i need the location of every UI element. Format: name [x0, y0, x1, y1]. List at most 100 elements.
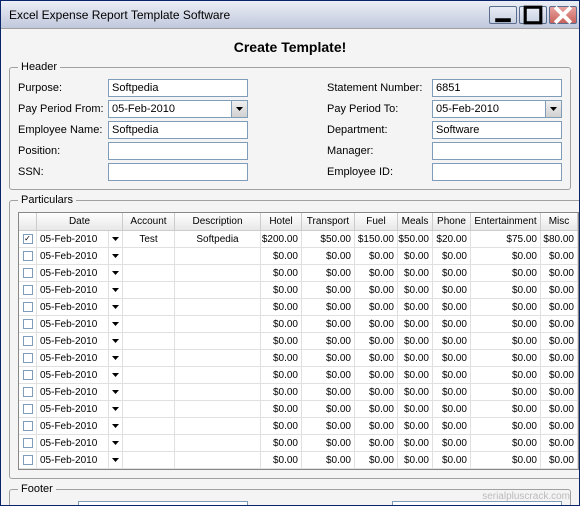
col-meals[interactable]: Meals — [398, 213, 433, 230]
col-entertainment[interactable]: Entertainment — [471, 213, 541, 230]
chevron-down-icon[interactable] — [109, 418, 123, 434]
col-misc[interactable]: Misc — [541, 213, 578, 230]
row-checkbox[interactable] — [19, 299, 37, 315]
row-fuel[interactable]: $0.00 — [355, 265, 398, 281]
table-row[interactable]: 05-Feb-2010$0.00$0.00$0.00$0.00$0.00$0.0… — [19, 316, 578, 333]
row-phone[interactable]: $0.00 — [433, 333, 471, 349]
table-row[interactable]: ✓05-Feb-2010TestSoftpedia$200.00$50.00$1… — [19, 231, 578, 248]
row-account[interactable] — [123, 367, 175, 383]
row-phone[interactable]: $20.00 — [433, 231, 471, 247]
row-checkbox[interactable] — [19, 452, 37, 468]
dept-input[interactable] — [432, 121, 562, 139]
row-checkbox[interactable] — [19, 350, 37, 366]
row-account[interactable] — [123, 435, 175, 451]
chevron-down-icon[interactable] — [109, 367, 123, 383]
table-row[interactable]: 05-Feb-2010$0.00$0.00$0.00$0.00$0.00$0.0… — [19, 384, 578, 401]
row-date[interactable]: 05-Feb-2010 — [37, 384, 109, 400]
row-fuel[interactable]: $0.00 — [355, 350, 398, 366]
row-fuel[interactable]: $0.00 — [355, 384, 398, 400]
row-description[interactable] — [175, 248, 261, 264]
row-entertainment[interactable]: $75.00 — [471, 231, 541, 247]
row-hotel[interactable]: $0.00 — [261, 265, 302, 281]
row-misc[interactable]: $0.00 — [541, 350, 578, 366]
row-meals[interactable]: $0.00 — [398, 248, 433, 264]
col-description[interactable]: Description — [175, 213, 261, 230]
row-phone[interactable]: $0.00 — [433, 265, 471, 281]
chevron-down-icon[interactable] — [109, 265, 123, 281]
position-input[interactable] — [108, 142, 248, 160]
row-misc[interactable]: $0.00 — [541, 333, 578, 349]
row-fuel[interactable]: $0.00 — [355, 299, 398, 315]
row-phone[interactable]: $0.00 — [433, 401, 471, 417]
row-phone[interactable]: $0.00 — [433, 350, 471, 366]
col-phone[interactable]: Phone — [433, 213, 471, 230]
row-description[interactable] — [175, 316, 261, 332]
row-transport[interactable]: $0.00 — [302, 418, 355, 434]
row-fuel[interactable]: $0.00 — [355, 248, 398, 264]
row-phone[interactable]: $0.00 — [433, 367, 471, 383]
row-fuel[interactable]: $150.00 — [355, 231, 398, 247]
chevron-down-icon[interactable] — [109, 299, 123, 315]
row-misc[interactable]: $0.00 — [541, 265, 578, 281]
row-transport[interactable]: $0.00 — [302, 350, 355, 366]
row-misc[interactable]: $0.00 — [541, 248, 578, 264]
row-description[interactable] — [175, 384, 261, 400]
row-account[interactable] — [123, 333, 175, 349]
row-phone[interactable]: $0.00 — [433, 316, 471, 332]
table-row[interactable]: 05-Feb-2010$0.00$0.00$0.00$0.00$0.00$0.0… — [19, 367, 578, 384]
table-row[interactable]: 05-Feb-2010$0.00$0.00$0.00$0.00$0.00$0.0… — [19, 401, 578, 418]
row-account[interactable] — [123, 282, 175, 298]
row-hotel[interactable]: $0.00 — [261, 248, 302, 264]
row-description[interactable] — [175, 299, 261, 315]
table-row[interactable]: 05-Feb-2010$0.00$0.00$0.00$0.00$0.00$0.0… — [19, 350, 578, 367]
row-misc[interactable]: $80.00 — [541, 231, 578, 247]
row-date[interactable]: 05-Feb-2010 — [37, 350, 109, 366]
empname-input[interactable] — [108, 121, 248, 139]
row-date[interactable]: 05-Feb-2010 — [37, 452, 109, 468]
ssn-input[interactable] — [108, 163, 248, 181]
table-row[interactable]: 05-Feb-2010$0.00$0.00$0.00$0.00$0.00$0.0… — [19, 282, 578, 299]
col-fuel[interactable]: Fuel — [355, 213, 398, 230]
row-description[interactable] — [175, 350, 261, 366]
row-entertainment[interactable]: $0.00 — [471, 452, 541, 468]
row-hotel[interactable]: $0.00 — [261, 282, 302, 298]
row-entertainment[interactable]: $0.00 — [471, 418, 541, 434]
row-fuel[interactable]: $0.00 — [355, 316, 398, 332]
chevron-down-icon[interactable] — [109, 231, 123, 247]
row-description[interactable] — [175, 452, 261, 468]
row-checkbox[interactable] — [19, 333, 37, 349]
row-checkbox[interactable] — [19, 367, 37, 383]
row-account[interactable] — [123, 401, 175, 417]
col-account[interactable]: Account — [123, 213, 175, 230]
row-checkbox[interactable] — [19, 265, 37, 281]
row-date[interactable]: 05-Feb-2010 — [37, 282, 109, 298]
row-account[interactable] — [123, 452, 175, 468]
chevron-down-icon[interactable] — [231, 100, 248, 118]
row-phone[interactable]: $0.00 — [433, 282, 471, 298]
row-date[interactable]: 05-Feb-2010 — [37, 367, 109, 383]
row-hotel[interactable]: $0.00 — [261, 418, 302, 434]
row-checkbox[interactable] — [19, 435, 37, 451]
row-account[interactable] — [123, 316, 175, 332]
row-hotel[interactable]: $0.00 — [261, 367, 302, 383]
row-misc[interactable]: $0.00 — [541, 282, 578, 298]
row-checkbox[interactable] — [19, 401, 37, 417]
empid-input[interactable] — [432, 163, 562, 181]
chevron-down-icon[interactable] — [109, 350, 123, 366]
row-hotel[interactable]: $0.00 — [261, 333, 302, 349]
row-phone[interactable]: $0.00 — [433, 435, 471, 451]
row-meals[interactable]: $0.00 — [398, 299, 433, 315]
row-date[interactable]: 05-Feb-2010 — [37, 435, 109, 451]
minimize-button[interactable] — [489, 6, 517, 24]
row-hotel[interactable]: $0.00 — [261, 435, 302, 451]
row-transport[interactable]: $0.00 — [302, 299, 355, 315]
approved-input-1[interactable] — [78, 501, 248, 505]
row-fuel[interactable]: $0.00 — [355, 418, 398, 434]
row-hotel[interactable]: $0.00 — [261, 401, 302, 417]
row-meals[interactable]: $0.00 — [398, 452, 433, 468]
row-entertainment[interactable]: $0.00 — [471, 248, 541, 264]
row-transport[interactable]: $0.00 — [302, 401, 355, 417]
row-entertainment[interactable]: $0.00 — [471, 435, 541, 451]
chevron-down-icon[interactable] — [109, 384, 123, 400]
row-account[interactable]: Test — [123, 231, 175, 247]
